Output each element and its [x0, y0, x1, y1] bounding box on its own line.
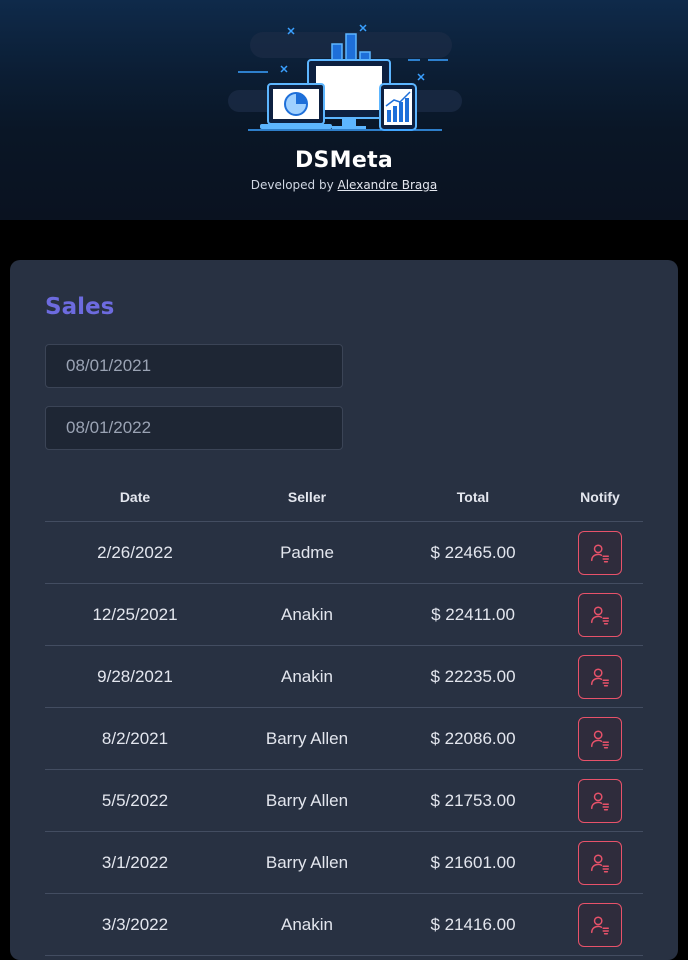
sales-title: Sales: [45, 294, 115, 320]
row-notify-cell: [557, 831, 643, 894]
credit-prefix: Developed by: [250, 178, 338, 192]
row-notify-cell: [557, 707, 643, 770]
user-notify-icon: [589, 728, 611, 750]
notify-button[interactable]: [578, 530, 622, 575]
row-total: $ 21416.00: [389, 893, 557, 956]
row-notify-cell: [557, 521, 643, 584]
row-notify-cell: [557, 583, 643, 646]
table-row: 12/25/2021 Anakin $ 22411.00: [45, 583, 643, 646]
dashboard-devices-icon: [228, 24, 462, 131]
user-notify-icon: [589, 604, 611, 626]
row-seller: Barry Allen: [225, 831, 389, 894]
row-date: 5/5/2022: [45, 769, 225, 832]
notify-button[interactable]: [578, 654, 622, 699]
row-date: 9/28/2021: [45, 645, 225, 708]
column-header-total: Total: [389, 472, 557, 522]
row-total: $ 22465.00: [389, 521, 557, 584]
sales-card: Sales Date Seller Total Notify 2/26/2022…: [10, 260, 678, 960]
row-seller: Barry Allen: [225, 707, 389, 770]
app-title: DSMeta: [294, 148, 394, 173]
user-notify-icon: [589, 666, 611, 688]
max-date-input[interactable]: [45, 406, 343, 450]
column-header-date: Date: [45, 472, 225, 522]
row-notify-cell: [557, 645, 643, 708]
row-date: 12/25/2021: [45, 583, 225, 646]
row-total: $ 22086.00: [389, 707, 557, 770]
row-seller: Anakin: [225, 893, 389, 956]
app-header: DSMeta Developed by Alexandre Braga: [0, 0, 688, 220]
row-seller: Anakin: [225, 645, 389, 708]
row-seller: Anakin: [225, 583, 389, 646]
row-seller: Padme: [225, 521, 389, 584]
row-notify-cell: [557, 769, 643, 832]
notify-button[interactable]: [578, 592, 622, 637]
table-row: 8/2/2021 Barry Allen $ 22086.00: [45, 707, 643, 770]
column-header-seller: Seller: [225, 472, 389, 522]
row-date: 3/3/2022: [45, 893, 225, 956]
table-header-row: Date Seller Total Notify: [45, 472, 643, 522]
column-header-notify: Notify: [557, 472, 643, 522]
row-date: 3/1/2022: [45, 831, 225, 894]
row-notify-cell: [557, 893, 643, 956]
user-notify-icon: [589, 852, 611, 874]
table-row: 5/5/2022 Barry Allen $ 21753.00: [45, 769, 643, 832]
notify-button[interactable]: [578, 716, 622, 761]
row-total: $ 22411.00: [389, 583, 557, 646]
sales-table: Date Seller Total Notify 2/26/2022 Padme $…: [45, 472, 643, 956]
notify-button[interactable]: [578, 902, 622, 947]
row-date: 8/2/2021: [45, 707, 225, 770]
row-date: 2/26/2022: [45, 521, 225, 584]
user-notify-icon: [589, 914, 611, 936]
row-total: $ 21753.00: [389, 769, 557, 832]
user-notify-icon: [589, 790, 611, 812]
notify-button[interactable]: [578, 840, 622, 885]
row-seller: Barry Allen: [225, 769, 389, 832]
table-row: 9/28/2021 Anakin $ 22235.00: [45, 645, 643, 708]
row-total: $ 22235.00: [389, 645, 557, 708]
author-link[interactable]: Alexandre Braga: [338, 178, 438, 192]
developer-credit: Developed by Alexandre Braga: [0, 178, 688, 192]
table-row: 3/1/2022 Barry Allen $ 21601.00: [45, 831, 643, 894]
row-total: $ 21601.00: [389, 831, 557, 894]
min-date-input[interactable]: [45, 344, 343, 388]
notify-button[interactable]: [578, 778, 622, 823]
table-row: 3/3/2022 Anakin $ 21416.00: [45, 893, 643, 956]
table-row: 2/26/2022 Padme $ 22465.00: [45, 521, 643, 584]
user-notify-icon: [589, 542, 611, 564]
